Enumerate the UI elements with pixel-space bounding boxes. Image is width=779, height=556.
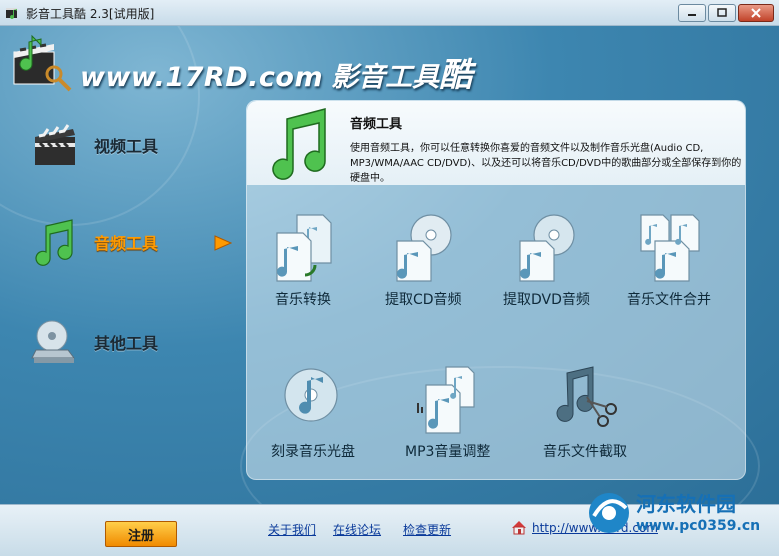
maximize-button[interactable]	[708, 4, 736, 22]
tool-volume-adjust[interactable]: MP3音量调整	[405, 363, 490, 461]
volume-adjust-icon	[416, 366, 475, 434]
sidebar-item-label: 音频工具	[94, 234, 159, 253]
logo-icon	[13, 34, 72, 92]
panel-description: 使用音频工具，你可以任意转换你喜爱的音频文件以及制作音乐光盘(Audio CD,…	[350, 143, 742, 184]
tool-label: 音乐文件截取	[543, 444, 627, 460]
disc-drive-icon	[31, 320, 75, 363]
music-note-icon	[35, 219, 73, 266]
brand-site: www.17RD.com	[80, 62, 324, 93]
cd-extract-icon	[396, 214, 452, 282]
sidebar-item-label: 其他工具	[94, 334, 159, 353]
tool-cd-extract[interactable]: 提取CD音频	[385, 211, 462, 309]
tool-label: MP3音量调整	[405, 444, 491, 460]
minimize-icon	[688, 14, 696, 16]
brand-header: www.17RD.com 影音工具酷	[80, 48, 472, 96]
audio-tools-panel: 音频工具 使用音频工具，你可以任意转换你喜爱的音频文件以及制作音乐光盘(Audi…	[246, 100, 746, 480]
about-us-link[interactable]: 关于我们	[268, 521, 316, 538]
brand-name: 影音工具酷	[331, 48, 472, 96]
forum-link[interactable]: 在线论坛	[333, 521, 381, 538]
music-note-icon	[272, 108, 326, 180]
watermark-title: 河东软件园	[636, 492, 736, 516]
sidebar-item-video[interactable]: 视频工具	[30, 121, 158, 169]
film-clapper-icon	[35, 124, 75, 165]
panel-title: 音频工具	[350, 117, 403, 132]
title-bar: 影音工具酷 2.3[试用版]	[0, 0, 779, 26]
music-cut-icon	[556, 366, 617, 427]
sidebar-item-other[interactable]: 其他工具	[30, 318, 158, 366]
tool-dvd-extract[interactable]: 提取DVD音频	[503, 211, 590, 309]
tool-burn-disc[interactable]: 刻录音乐光盘	[271, 363, 355, 461]
main-area: www.17RD.com 影音工具酷 视频工具 音频工具 其他工具 音频工具 使…	[0, 26, 779, 504]
tool-label: 音乐文件合并	[627, 292, 711, 308]
dvd-extract-icon	[519, 214, 576, 282]
burn-disc-icon	[284, 368, 338, 422]
tool-label: 刻录音乐光盘	[271, 444, 355, 460]
close-icon	[751, 8, 761, 18]
tool-label: 提取CD音频	[385, 292, 462, 308]
brand-name-text: 影音工具	[331, 62, 440, 93]
panel-header: 音频工具 使用音频工具，你可以任意转换你喜爱的音频文件以及制作音乐光盘(Audi…	[247, 101, 745, 185]
tool-label: 音乐转换	[275, 292, 331, 308]
window-title: 影音工具酷 2.3[试用版]	[26, 7, 155, 21]
minimize-button[interactable]	[678, 4, 706, 22]
close-button[interactable]	[738, 4, 774, 22]
sidebar-item-label: 视频工具	[94, 137, 159, 156]
watermark-logo-icon	[589, 493, 629, 533]
watermark-url: www.pc0359.cn	[636, 518, 761, 534]
watermark: 河东软件园 www.pc0359.cn	[584, 486, 779, 556]
tool-music-merge[interactable]: 音乐文件合并	[627, 211, 711, 309]
tool-music-convert[interactable]: 音乐转换	[271, 211, 335, 309]
app-icon	[6, 8, 17, 20]
sidebar-item-audio[interactable]: 音频工具	[30, 218, 158, 266]
music-merge-icon	[640, 214, 700, 282]
tool-music-cut[interactable]: 音乐文件截取	[543, 363, 627, 461]
brand-name-emphasis: 酷	[439, 55, 473, 94]
home-icon	[512, 521, 526, 535]
music-convert-icon	[276, 214, 332, 282]
register-button[interactable]: 注册	[105, 521, 177, 547]
active-arrow-icon	[214, 235, 232, 251]
check-update-link[interactable]: 检查更新	[403, 521, 451, 538]
tool-label: 提取DVD音频	[503, 292, 590, 308]
maximize-icon	[717, 8, 727, 17]
